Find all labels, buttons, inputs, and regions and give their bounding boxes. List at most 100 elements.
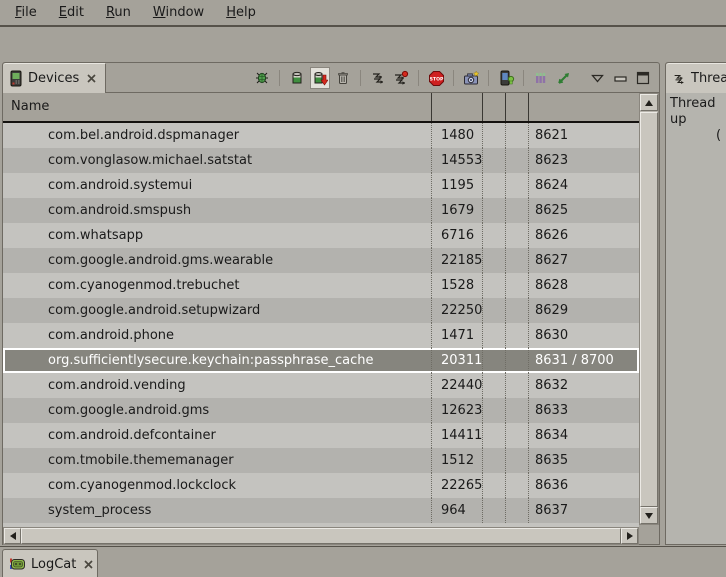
scroll-down-button[interactable]	[640, 507, 658, 524]
arrow-right-icon	[627, 532, 633, 540]
devices-tabstrip: Devices	[3, 63, 659, 93]
empty-cell	[506, 148, 529, 173]
toolbar-separator	[279, 70, 280, 86]
column-header-empty[interactable]	[506, 93, 529, 121]
scroll-left-button[interactable]	[4, 528, 21, 544]
menu-help[interactable]: Help	[215, 0, 267, 25]
screen-capture-button[interactable]	[461, 67, 481, 89]
process-row[interactable]: com.android.phone14718630	[3, 323, 639, 348]
process-name: com.vonglasow.michael.satstat	[3, 148, 432, 173]
empty-cell	[483, 323, 506, 348]
vertical-scrollbar[interactable]	[639, 93, 659, 525]
process-name: com.cyanogenmod.lockclock	[3, 473, 432, 498]
process-pid: 1480	[432, 123, 483, 148]
stop-sign-icon: STOP	[428, 70, 445, 87]
cause-gc-trash-icon	[335, 70, 351, 86]
empty-cell	[483, 448, 506, 473]
empty-cell	[506, 448, 529, 473]
process-row[interactable]: com.android.vending224408632	[3, 373, 639, 398]
devices-view: Devices	[2, 62, 660, 545]
device-table-header: Name	[3, 93, 639, 123]
menu-file[interactable]: File	[4, 0, 48, 25]
method-profiling-button[interactable]	[554, 67, 574, 89]
threads-tabstrip: Threads	[666, 63, 726, 93]
update-threads-button[interactable]	[391, 67, 411, 89]
column-header-pid[interactable]	[432, 93, 483, 121]
toolbar-separator	[453, 70, 454, 86]
update-heap-button[interactable]	[287, 67, 307, 89]
tab-devices-label: Devices	[28, 71, 79, 86]
process-row[interactable]: com.android.systemui11958624	[3, 173, 639, 198]
heap-allocations-button[interactable]	[531, 67, 551, 89]
empty-cell	[483, 173, 506, 198]
empty-cell	[483, 348, 506, 373]
close-icon[interactable]	[87, 74, 96, 83]
process-row[interactable]: com.whatsapp67168626	[3, 223, 639, 248]
maximize-icon	[636, 71, 650, 85]
empty-cell	[506, 348, 529, 373]
process-row[interactable]: com.cyanogenmod.trebuchet15288628	[3, 273, 639, 298]
process-port: 8631 / 8700	[529, 348, 639, 373]
process-name: com.google.android.setupwizard	[3, 298, 432, 323]
device-view-button[interactable]	[496, 67, 516, 89]
maximize-button[interactable]	[633, 67, 653, 89]
dump-hprof-button[interactable]	[310, 67, 330, 89]
menu-run[interactable]: Run	[95, 0, 142, 25]
threads-button[interactable]	[368, 67, 388, 89]
column-header-empty[interactable]	[483, 93, 506, 121]
empty-cell	[506, 198, 529, 223]
device-view-icon	[498, 70, 515, 86]
close-icon[interactable]	[84, 560, 93, 569]
empty-cell	[483, 223, 506, 248]
minimize-icon	[614, 74, 627, 83]
scroll-right-button[interactable]	[621, 528, 638, 544]
menu-window[interactable]: Window	[142, 0, 215, 25]
minimize-button[interactable]	[610, 67, 630, 89]
process-row[interactable]: com.google.android.gms126238633	[3, 398, 639, 423]
process-port: 8626	[529, 223, 639, 248]
process-name: com.whatsapp	[3, 223, 432, 248]
cause-gc-button[interactable]	[333, 67, 353, 89]
process-port: 8636	[529, 473, 639, 498]
menu-bar: FileEditRunWindowHelp	[0, 0, 726, 27]
empty-cell	[483, 498, 506, 523]
threads-message: Thread up (	[666, 93, 726, 544]
process-name: com.android.smspush	[3, 198, 432, 223]
column-header-name[interactable]: Name	[3, 93, 432, 121]
process-row[interactable]: com.android.defcontainer144118634	[3, 423, 639, 448]
process-row[interactable]: com.cyanogenmod.lockclock222658636	[3, 473, 639, 498]
process-row[interactable]: system_process9648637	[3, 498, 639, 523]
process-name: com.android.systemui	[3, 173, 432, 198]
process-pid: 1195	[432, 173, 483, 198]
process-row[interactable]: com.tmobile.thememanager15128635	[3, 448, 639, 473]
tab-devices[interactable]: Devices	[3, 63, 106, 93]
vertical-scroll-thumb[interactable]	[640, 112, 658, 507]
column-header-port[interactable]	[529, 93, 639, 121]
tab-threads[interactable]: Threads	[666, 63, 726, 93]
process-name: com.cyanogenmod.trebuchet	[3, 273, 432, 298]
scroll-up-button[interactable]	[640, 94, 658, 111]
process-name: com.bel.android.dspmanager	[3, 123, 432, 148]
svg-text:STOP: STOP	[429, 76, 443, 82]
empty-cell	[506, 323, 529, 348]
horizontal-scrollbar[interactable]	[3, 527, 639, 545]
process-pid: 1679	[432, 198, 483, 223]
tab-logcat[interactable]: LogCat	[2, 549, 98, 577]
threads-message-line1: Thread up	[670, 96, 726, 128]
empty-cell	[506, 498, 529, 523]
process-row[interactable]: org.sufficientlysecure.keychain:passphra…	[3, 348, 639, 373]
empty-cell	[483, 148, 506, 173]
process-pid: 22185	[432, 248, 483, 273]
process-row[interactable]: com.google.android.setupwizard222508629	[3, 298, 639, 323]
process-row[interactable]: com.android.smspush16798625	[3, 198, 639, 223]
menu-edit[interactable]: Edit	[48, 0, 95, 25]
stop-process-button[interactable]: STOP	[426, 67, 446, 89]
process-row[interactable]: com.bel.android.dspmanager14808621	[3, 123, 639, 148]
process-row[interactable]: com.vonglasow.michael.satstat145538623	[3, 148, 639, 173]
process-name: com.android.defcontainer	[3, 423, 432, 448]
process-row[interactable]: com.google.android.gms.wearable221858627	[3, 248, 639, 273]
debug-attach-button[interactable]	[252, 67, 272, 89]
empty-cell	[483, 273, 506, 298]
horizontal-scroll-thumb[interactable]	[21, 528, 621, 544]
view-menu-button[interactable]	[587, 67, 607, 89]
